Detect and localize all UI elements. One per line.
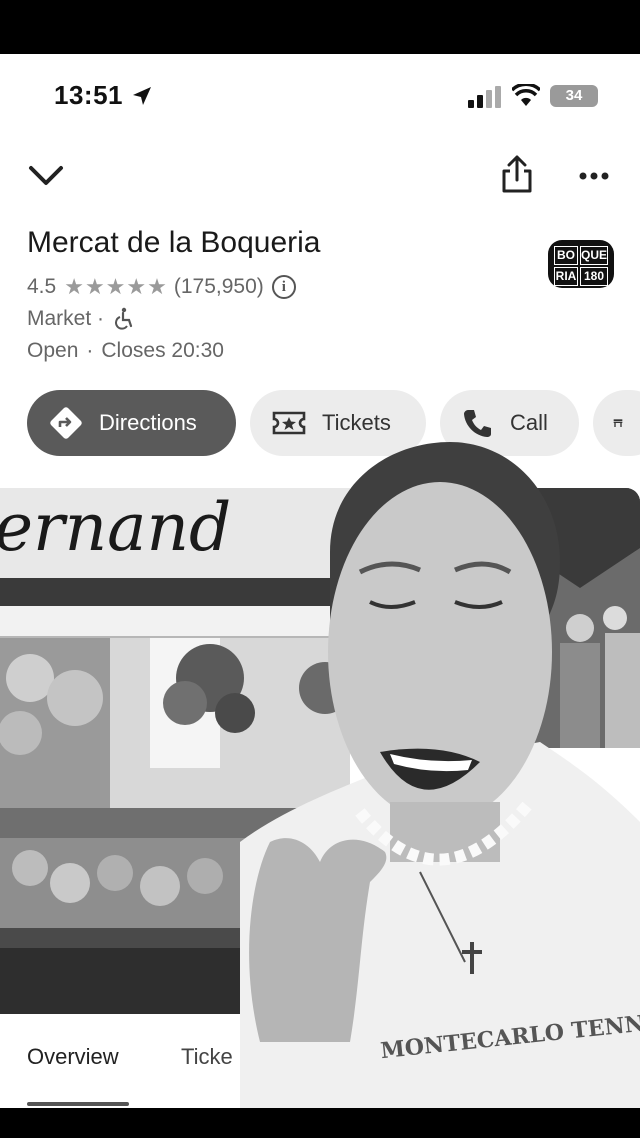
closing-time: Closes 20:30	[101, 339, 224, 362]
phone-icon	[464, 410, 491, 437]
open-status: Open	[27, 339, 79, 362]
ticket-icon	[272, 411, 306, 435]
tab-bar: Overview Ticke	[0, 1014, 240, 1108]
more-icon[interactable]	[578, 166, 610, 186]
star-icon: ★	[126, 274, 147, 299]
tab-overview[interactable]: Overview	[27, 1044, 119, 1070]
rating-score: 4.5	[27, 275, 57, 298]
wifi-icon	[512, 84, 540, 106]
rating-stars: ★ ★ ★ ★ ★	[64, 274, 168, 300]
star-icon: ★	[105, 274, 126, 299]
hours-row[interactable]: Open · Closes 20:30	[27, 339, 224, 363]
logo-cell: BO	[554, 246, 578, 265]
cellular-signal-icon	[468, 86, 501, 108]
market-sign-text: ernand	[0, 489, 231, 566]
hours-separator: ·	[86, 339, 94, 362]
chevron-down-icon[interactable]	[28, 162, 64, 190]
directions-button[interactable]: Directions	[27, 390, 236, 456]
location-arrow-icon	[133, 87, 151, 105]
tab-tickets[interactable]: Ticke	[181, 1044, 233, 1070]
directions-icon	[50, 407, 82, 439]
review-count[interactable]: (175,950)	[174, 275, 264, 299]
tab-selected-indicator	[27, 1102, 129, 1106]
logo-cell: RIA	[554, 267, 578, 286]
tickets-label: Tickets	[322, 410, 391, 435]
place-sheet: 13:51 34 Mercat de la Boqueria 4.5 ★ ★ ★…	[0, 54, 640, 1108]
share-icon[interactable]	[500, 154, 534, 194]
call-label: Call	[510, 410, 548, 435]
wheelchair-accessible-icon	[115, 307, 133, 330]
star-icon: ★	[84, 274, 105, 299]
logo-cell: 180	[579, 267, 608, 286]
person-image: MONTECARLO TENNIS	[240, 442, 640, 1108]
category-row: Market ·	[27, 307, 136, 331]
logo-cell: QUE	[579, 246, 608, 265]
place-category: Market ·	[27, 307, 105, 330]
rating-row[interactable]: 4.5 ★ ★ ★ ★ ★ (175,950) i	[27, 273, 296, 301]
star-icon: ★	[64, 274, 84, 299]
info-icon[interactable]: i	[271, 275, 296, 299]
place-logo[interactable]: BO QUE RIA 180	[548, 240, 614, 288]
battery-indicator: 34	[550, 85, 598, 107]
status-bar: 13:51 34	[0, 54, 640, 140]
top-black-bar	[0, 0, 640, 54]
store-icon	[613, 419, 623, 427]
half-star-icon: ★	[147, 274, 167, 299]
status-time: 13:51	[54, 80, 123, 110]
directions-label: Directions	[99, 410, 197, 435]
place-title: Mercat de la Boqueria	[27, 226, 321, 259]
bottom-black-bar	[0, 1108, 640, 1138]
person-video-overlay: MONTECARLO TENNIS	[240, 442, 640, 1108]
